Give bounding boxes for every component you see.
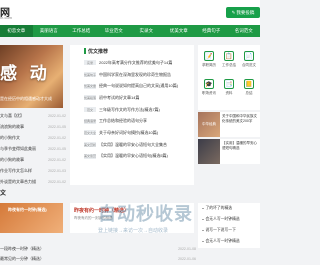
quick-link[interactable]: 📒 总结 <box>239 79 259 103</box>
quick-link[interactable]: 🎓 职场资讯 <box>199 79 219 103</box>
list-item[interactable]: 最常见的一分钟（精选） 2022-01-06 <box>0 254 196 264</box>
news-item[interactable]: 美文鉴赏 【实用】温暖的早安心语短句(精选5篇) <box>70 151 194 163</box>
list-item[interactable]: 了的坏了的精选 <box>202 203 260 214</box>
nav-item-6[interactable]: 经典句子 <box>195 25 228 37</box>
news-item[interactable]: 经典语录 工作总结和经验的语句分享 <box>70 115 194 127</box>
career-icon: 🎓 <box>204 79 214 89</box>
list-item[interactable]: 说写一下说写一下 <box>202 225 260 236</box>
news-item[interactable]: 范文大全 关于母亲好词好句摘抄(精选10篇) <box>70 127 194 139</box>
bullet-icon <box>202 240 204 243</box>
news-item[interactable]: 优美文章 经典一句说说如何提高自己的文采(通用10篇) <box>70 80 194 92</box>
nav-item-4[interactable]: 实录文 <box>130 25 163 37</box>
quick-link[interactable]: 📑 资料 <box>219 79 239 103</box>
pencil-icon: ✎ <box>231 9 236 15</box>
contribute-button[interactable]: ✎ 我要投稿 <box>226 7 260 18</box>
side-card[interactable]: 【实用】温暖的早安心语短句精选 <box>198 139 260 164</box>
hero-caption: 是在经历中的相遇感动才大成 <box>0 96 52 101</box>
side-card-thumbnail: 中华经典 <box>198 112 220 137</box>
news-item[interactable]: 实录 2022年高考满分作文推荐的优美句子14篇 <box>70 57 194 69</box>
site-domain: m.com <box>0 15 12 20</box>
category-tag[interactable]: 优美段落 <box>84 95 96 101</box>
news-panel-title: 优文推荐 <box>88 48 109 55</box>
nav-item-7[interactable]: 名词范文 <box>228 25 261 37</box>
hero-banner[interactable]: 感 动 是在经历中的相遇感动才大成 <box>0 45 63 108</box>
quick-link[interactable]: 📝 求职简历 <box>199 51 219 75</box>
nav-item-2[interactable]: 工作总结 <box>65 25 98 37</box>
list-item[interactable]: 外谈是的文章合力描 2022-01-02 <box>0 176 66 187</box>
news-item[interactable]: 优美段落 初中考试的好文章14篇 <box>70 92 194 104</box>
nav-item-5[interactable]: 优美文章 <box>163 25 196 37</box>
contribute-button-label: 我要投稿 <box>236 9 255 15</box>
featured-news-panel: 优文推荐 实录 2022年高考满分作文推荐的优美句子14篇 优美句子 中国科学家在深… <box>70 45 194 185</box>
quick-link[interactable]: 📋 工作总结 <box>219 51 239 75</box>
category-tag[interactable]: 实录 <box>84 60 96 66</box>
nav-item-0[interactable]: 初恋文章 <box>0 25 33 37</box>
list-item[interactable]: 一段昨夜一时钟（精选） 2022-01-08 <box>0 244 196 254</box>
nav-item-1[interactable]: 美丽语言 <box>33 25 66 37</box>
hero-title: 感 动 <box>0 64 51 83</box>
side-card[interactable]: 中华经典 关于中国和中华民族文化传统的美文200字 <box>198 112 260 137</box>
document-icon: 📑 <box>224 79 234 89</box>
list-item[interactable]: 流浪狗的故事 2022-01-05 <box>0 121 66 132</box>
contract-icon: 📄 <box>244 51 254 61</box>
list-item[interactable]: 的小狗作文 2022-01-02 <box>0 132 66 143</box>
news-item[interactable]: 范文 三年级写作文的写作方法(精选7篇) <box>70 104 194 116</box>
watermark-title: 自动秒收录 <box>98 204 193 224</box>
list-item[interactable]: 作业写作文怎么样 2022-01-03 <box>0 165 66 176</box>
category-tag[interactable]: 范文 <box>84 107 96 113</box>
watermark-subtitle: 登上链接→来访一次→自动收录 <box>98 228 169 234</box>
category-tag[interactable]: 范文大全 <box>84 130 96 136</box>
accent-bar <box>84 48 86 54</box>
bottom-article-list: 一段昨夜一时钟（精选） 2022-01-08 最常见的一分钟（精选） 2022-01… <box>0 244 196 264</box>
resume-icon: 📝 <box>204 51 214 61</box>
side-card-list: 中华经典 关于中国和中华民族文化传统的美文200字 【实用】温暖的早安心语短句精… <box>198 112 260 166</box>
nav-item-3[interactable]: 毕业范文 <box>98 25 131 37</box>
news-item[interactable]: 美文赏析 【实用】温暖的早安心语短句大全集合 <box>70 139 194 151</box>
bottom-feature-image[interactable]: 昨夜有约一时钟(精选) <box>0 203 63 233</box>
header: 网 m.com ✎ 我要投稿 <box>0 0 260 25</box>
list-item[interactable]: 的小狗的故事 2022-01-02 <box>0 154 66 165</box>
quick-links-panel: 📝 求职简历 📋 工作总结 📄 合同范文 🎓 职场资讯 📑 资料 📒 总结 <box>198 45 260 110</box>
watermark-overlay: 自动秒收录 登上链接→来访一次→自动收录 <box>98 200 208 234</box>
category-tag[interactable]: 美文赏析 <box>84 142 96 148</box>
news-panel-header: 优文推荐 <box>70 45 194 57</box>
section-title: 文 <box>0 191 7 197</box>
summary-icon: 📋 <box>224 51 234 61</box>
side-card-thumbnail <box>198 139 220 164</box>
list-item[interactable]: 会无人写一时钟精选 <box>202 236 260 247</box>
category-tag[interactable]: 优美文章 <box>84 83 96 89</box>
notebook-icon: 📒 <box>244 79 254 89</box>
list-item[interactable]: 会无人写一时钟精选 <box>202 214 260 225</box>
main-nav: 初恋文章 美丽语言 工作总结 毕业范文 实录文 优美文章 经典句子 名词范文 <box>0 25 260 37</box>
news-item[interactable]: 优美句子 中国科学家在深海里发现的珍奇生物报告 <box>70 69 194 81</box>
list-item[interactable]: 文与喜【优】 2022-01-02 <box>0 110 66 121</box>
category-tag[interactable]: 优美句子 <box>84 72 96 78</box>
category-tag[interactable]: 美文鉴赏 <box>84 153 96 159</box>
list-item[interactable]: 与季节变得如此美丽 2022-01-05 <box>0 143 66 154</box>
left-article-list: 文与喜【优】 2022-01-02 流浪狗的故事 2022-01-05 的小狗作文 2… <box>0 110 66 187</box>
quick-link[interactable]: 📄 合同范文 <box>239 51 259 75</box>
category-tag[interactable]: 经典语录 <box>84 118 96 124</box>
